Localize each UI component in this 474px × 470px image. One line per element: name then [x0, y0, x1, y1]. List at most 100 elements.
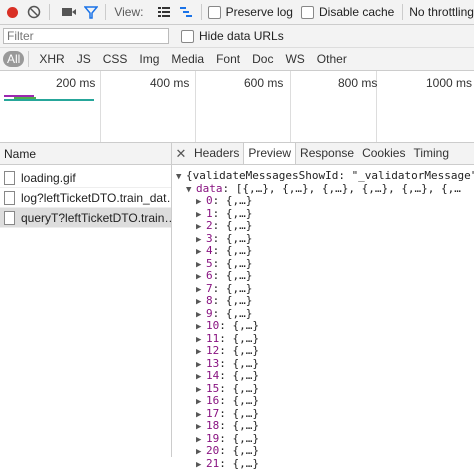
clear-button[interactable] [26, 2, 44, 22]
json-entry-line[interactable]: ▶10: {,…} [176, 320, 474, 333]
preserve-log-label: Preserve log [226, 5, 293, 19]
expand-triangle-icon[interactable]: ▶ [196, 409, 206, 421]
expand-triangle-icon[interactable]: ▶ [196, 459, 206, 470]
tab-cookies[interactable]: Cookies [358, 143, 409, 164]
json-entry-value: {,…} [226, 220, 253, 232]
json-entry-value: {,…} [226, 195, 253, 207]
json-entry-line[interactable]: ▶13: {,…} [176, 358, 474, 371]
json-entry-index: 6 [206, 270, 213, 282]
collapse-triangle-icon[interactable]: ▼ [186, 184, 196, 196]
json-entry-index: 9 [206, 308, 213, 320]
json-entry-value: {,…} [226, 233, 253, 245]
json-entry-line[interactable]: ▶20: {,…} [176, 445, 474, 458]
expand-triangle-icon[interactable]: ▶ [196, 346, 206, 358]
expand-triangle-icon[interactable]: ▶ [196, 309, 206, 321]
collapse-triangle-icon[interactable]: ▼ [176, 171, 186, 183]
json-entry-line[interactable]: ▶8: {,…} [176, 295, 474, 308]
preserve-log-checkbox[interactable]: Preserve log [208, 5, 293, 19]
filter-input[interactable] [3, 28, 169, 44]
timeline-overview[interactable]: 200 ms 400 ms 600 ms 800 ms 1000 ms [0, 71, 474, 143]
json-entry-line[interactable]: ▶11: {,…} [176, 333, 474, 346]
expand-triangle-icon[interactable]: ▶ [196, 259, 206, 271]
type-font-button[interactable]: Font [212, 51, 244, 67]
type-css-button[interactable]: CSS [99, 51, 132, 67]
json-entry-line[interactable]: ▶16: {,…} [176, 395, 474, 408]
json-root-line[interactable]: ▼{validateMessagesShowId: "_validatorMes… [176, 170, 474, 183]
json-entry-line[interactable]: ▶19: {,…} [176, 433, 474, 446]
clear-icon [27, 5, 41, 19]
expand-triangle-icon[interactable]: ▶ [196, 271, 206, 283]
record-button[interactable] [4, 2, 22, 22]
expand-triangle-icon[interactable]: ▶ [196, 234, 206, 246]
disable-cache-checkbox[interactable]: Disable cache [301, 5, 394, 19]
checkbox-box[interactable] [301, 6, 314, 19]
json-entry-line[interactable]: ▶7: {,…} [176, 283, 474, 296]
toolbar-divider [402, 4, 403, 20]
expand-triangle-icon[interactable]: ▶ [196, 284, 206, 296]
json-entry-line[interactable]: ▶6: {,…} [176, 270, 474, 283]
json-entry-line[interactable]: ▶15: {,…} [176, 383, 474, 396]
tab-preview[interactable]: Preview [243, 143, 296, 164]
json-entry-line[interactable]: ▶21: {,…} [176, 458, 474, 470]
request-list: Name loading.gif log?leftTicketDTO.train… [0, 143, 172, 457]
expand-triangle-icon[interactable]: ▶ [196, 246, 206, 258]
expand-triangle-icon[interactable]: ▶ [196, 371, 206, 383]
expand-triangle-icon[interactable]: ▶ [196, 221, 206, 233]
json-entry-line[interactable]: ▶4: {,…} [176, 245, 474, 258]
overview-button[interactable] [177, 2, 195, 22]
type-js-button[interactable]: JS [73, 51, 95, 67]
json-entry-value: {,…} [233, 445, 260, 457]
json-entry-line[interactable]: ▶1: {,…} [176, 208, 474, 221]
request-row-query[interactable]: queryT?leftTicketDTO.train… [0, 208, 171, 228]
json-entry-line[interactable]: ▶12: {,…} [176, 345, 474, 358]
hide-data-urls-checkbox[interactable]: Hide data URLs [181, 29, 284, 43]
json-entry-line[interactable]: ▶3: {,…} [176, 233, 474, 246]
expand-triangle-icon[interactable]: ▶ [196, 359, 206, 371]
filter-toggle-button[interactable] [82, 2, 100, 22]
capture-screenshots-button[interactable] [60, 2, 78, 22]
json-entry-line[interactable]: ▶17: {,…} [176, 408, 474, 421]
json-entry-line[interactable]: ▶0: {,…} [176, 195, 474, 208]
name-column-header[interactable]: Name [0, 143, 171, 165]
waterfall-icon [179, 6, 193, 18]
json-entry-line[interactable]: ▶2: {,…} [176, 220, 474, 233]
tab-response[interactable]: Response [296, 143, 358, 164]
json-entry-line[interactable]: ▶5: {,…} [176, 258, 474, 271]
json-data-line[interactable]: ▼data: [{,…}, {,…}, {,…}, {,…}, {,…}, {,… [176, 183, 474, 196]
json-entry-line[interactable]: ▶18: {,…} [176, 420, 474, 433]
close-icon[interactable]: ✕ [172, 146, 190, 162]
expand-triangle-icon[interactable]: ▶ [196, 334, 206, 346]
disable-cache-label: Disable cache [319, 5, 394, 19]
checkbox-box[interactable] [208, 6, 221, 19]
expand-triangle-icon[interactable]: ▶ [196, 421, 206, 433]
type-xhr-button[interactable]: XHR [35, 51, 68, 67]
type-doc-button[interactable]: Doc [248, 51, 277, 67]
type-img-button[interactable]: Img [135, 51, 163, 67]
request-row-log[interactable]: log?leftTicketDTO.train_dat… [0, 188, 171, 208]
json-entry-index: 12 [206, 345, 219, 357]
large-rows-button[interactable] [155, 2, 173, 22]
checkbox-box[interactable] [181, 30, 194, 43]
throttling-select[interactable]: No throttling [409, 5, 474, 19]
type-other-button[interactable]: Other [313, 51, 351, 67]
json-entry-line[interactable]: ▶9: {,…} [176, 308, 474, 321]
file-icon [4, 191, 15, 205]
type-all-button[interactable]: All [3, 51, 24, 67]
tab-timing[interactable]: Timing [409, 143, 453, 164]
expand-triangle-icon[interactable]: ▶ [196, 296, 206, 308]
expand-triangle-icon[interactable]: ▶ [196, 209, 206, 221]
type-ws-button[interactable]: WS [281, 51, 308, 67]
expand-triangle-icon[interactable]: ▶ [196, 321, 206, 333]
json-entry-value: {,…} [233, 458, 260, 470]
expand-triangle-icon[interactable]: ▶ [196, 384, 206, 396]
expand-triangle-icon[interactable]: ▶ [196, 396, 206, 408]
json-preview: ▼{validateMessagesShowId: "_validatorMes… [172, 165, 474, 470]
expand-triangle-icon[interactable]: ▶ [196, 434, 206, 446]
expand-triangle-icon[interactable]: ▶ [196, 446, 206, 458]
expand-triangle-icon[interactable]: ▶ [196, 196, 206, 208]
request-row-loading-gif[interactable]: loading.gif [0, 168, 171, 188]
tab-headers[interactable]: Headers [190, 143, 243, 164]
type-media-button[interactable]: Media [167, 51, 208, 67]
json-entry-value: {,…} [233, 333, 260, 345]
json-entry-line[interactable]: ▶14: {,…} [176, 370, 474, 383]
